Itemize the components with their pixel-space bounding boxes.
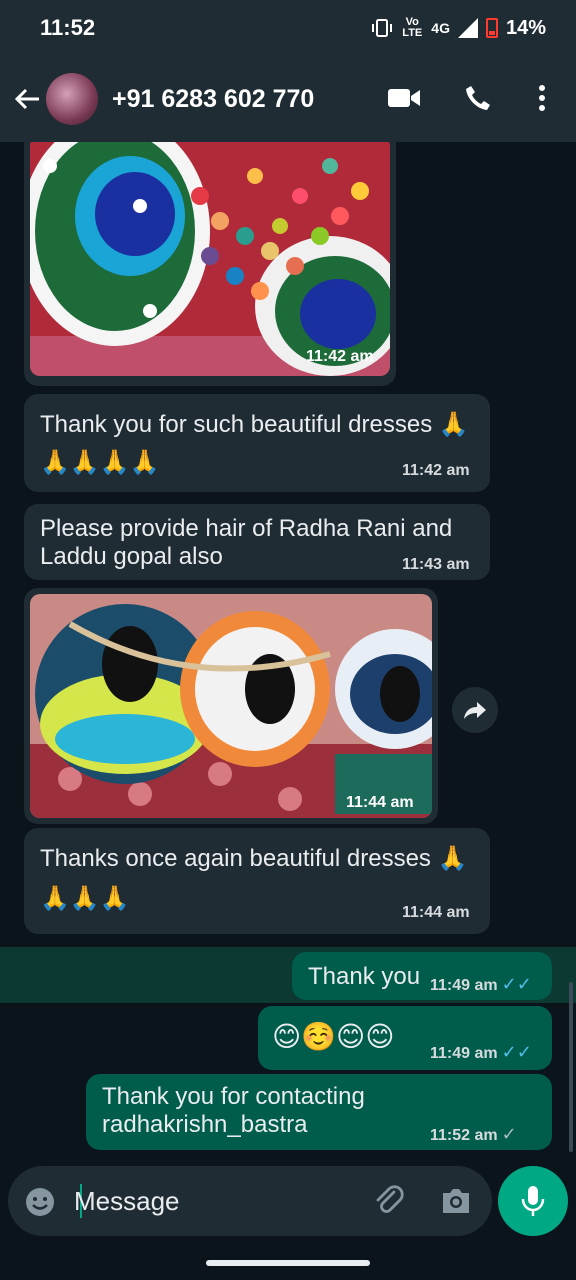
mic-icon xyxy=(521,1186,545,1216)
signal-icon xyxy=(457,18,478,38)
read-ticks-icon: ✓✓ xyxy=(501,1042,532,1062)
message-time: 11:44 am xyxy=(346,794,414,811)
message-text: Thank you xyxy=(308,963,421,990)
message-text-line2: Laddu gopal also xyxy=(40,543,223,570)
message-text: Thank you for contacting xyxy=(102,1083,365,1110)
text-message[interactable]: Please provide hair of Radha Rani and La… xyxy=(24,504,490,580)
message-text-line2: radhakrishn_bastra xyxy=(102,1111,308,1138)
video-call-icon[interactable] xyxy=(384,78,424,118)
message-time: 11:52 am ✓ xyxy=(430,1124,517,1144)
sent-tick-icon: ✓ xyxy=(501,1124,517,1144)
message-time: 11:42 am xyxy=(402,462,470,479)
message-text: Thank you for such beautiful dresses 🙏 xyxy=(40,411,469,438)
emoji-icon[interactable] xyxy=(24,1186,56,1223)
avatar[interactable] xyxy=(46,73,98,125)
message-time: 11:44 am xyxy=(402,904,470,921)
home-gesture-pill[interactable] xyxy=(206,1260,370,1266)
text-message-outgoing[interactable]: 😊☺️😊😊 11:49 am ✓✓ xyxy=(258,1006,552,1070)
message-text: 😊☺️😊😊 xyxy=(272,1021,395,1052)
chat-header: +91 6283 602 770 xyxy=(0,56,576,142)
volte-label: Vo LTE xyxy=(402,16,423,39)
dress-photo[interactable] xyxy=(30,142,390,376)
message-composer[interactable] xyxy=(8,1166,492,1236)
attach-icon[interactable] xyxy=(372,1184,406,1223)
status-bar: 11:52 Vo LTE 4G 14% xyxy=(0,0,576,56)
battery-percent: 14% xyxy=(505,16,546,39)
camera-icon[interactable] xyxy=(440,1186,472,1221)
phone-icon[interactable] xyxy=(458,78,498,118)
text-message[interactable]: Thanks once again beautiful dresses 🙏 🙏🙏… xyxy=(24,828,490,934)
mic-button[interactable] xyxy=(498,1166,568,1236)
status-time: 11:52 xyxy=(40,15,96,40)
message-input[interactable] xyxy=(74,1180,354,1222)
message-time: 11:42 am xyxy=(306,348,374,365)
back-arrow-icon[interactable] xyxy=(10,79,44,119)
image-message[interactable]: 11:44 am xyxy=(24,588,438,824)
message-time: 11:49 am ✓✓ xyxy=(430,974,532,994)
message-text-line2: 🙏🙏🙏🙏 xyxy=(40,449,160,476)
battery-icon xyxy=(485,18,498,38)
message-text: Thanks once again beautiful dresses 🙏 xyxy=(40,845,468,872)
text-message-outgoing[interactable]: Thank you 11:49 am ✓✓ xyxy=(292,952,552,1000)
image-message[interactable]: 11:42 am xyxy=(24,142,396,386)
contact-name[interactable]: +91 6283 602 770 xyxy=(112,85,382,114)
vibrate-icon xyxy=(372,19,393,37)
more-options-icon[interactable] xyxy=(522,78,562,118)
message-text-line2: 🙏🙏🙏 xyxy=(40,885,130,912)
message-time: 11:49 am ✓✓ xyxy=(430,1042,532,1062)
forward-icon[interactable] xyxy=(452,687,498,733)
read-ticks-icon: ✓✓ xyxy=(501,974,532,994)
text-message[interactable]: Thank you for such beautiful dresses 🙏 🙏… xyxy=(24,394,490,492)
chat-area[interactable]: 11:42 am Thank you for such beautiful dr… xyxy=(0,142,576,1156)
text-message-outgoing[interactable]: Thank you for contacting radhakrishn_bas… xyxy=(86,1074,552,1150)
deity-photo[interactable] xyxy=(30,594,432,818)
message-time: 11:43 am xyxy=(402,556,470,573)
message-text: Please provide hair of Radha Rani and xyxy=(40,515,453,542)
network-type: 4G xyxy=(431,20,450,36)
scrollbar[interactable] xyxy=(569,982,573,1152)
status-icons: Vo LTE 4G 14% xyxy=(371,17,546,40)
